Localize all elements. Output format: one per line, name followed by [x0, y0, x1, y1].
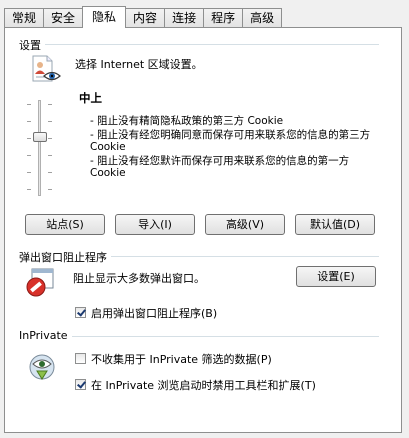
sites-button[interactable]: 站点(S) [25, 214, 105, 235]
slider-tick [48, 189, 52, 190]
slider-tick [48, 155, 52, 156]
tab-general[interactable]: 常规 [4, 8, 45, 27]
slider-tick [27, 138, 31, 139]
tab-programs[interactable]: 程序 [203, 8, 244, 27]
advanced-button[interactable]: 高级(V) [205, 214, 285, 235]
tab-content[interactable]: 内容 [125, 8, 166, 27]
privacy-level-slider[interactable] [25, 98, 55, 198]
default-button[interactable]: 默认值(D) [295, 214, 375, 235]
slider-tick [48, 138, 52, 139]
slider-tick [27, 172, 31, 173]
popup-description: 阻止显示大多数弹出窗口。 [73, 272, 205, 285]
inprivate-icon [27, 352, 57, 382]
slider-tick [48, 121, 52, 122]
privacy-eye-icon [27, 54, 63, 84]
tab-privacy[interactable]: 隐私 [82, 6, 127, 28]
slider-track [38, 100, 41, 196]
inprivate-divider [19, 336, 379, 337]
enable-popup-blocker-label[interactable]: 启用弹出窗口阻止程序(B) [91, 305, 217, 321]
slider-tick [48, 172, 52, 173]
tab-security[interactable]: 安全 [43, 8, 84, 27]
description-line: - 阻止没有精简隐私政策的第三方 Cookie [90, 115, 284, 127]
popup-blocked-icon [25, 268, 55, 298]
inprivate-collect-checkbox[interactable] [75, 353, 86, 364]
popup-settings-button[interactable]: 设置(E) [296, 266, 376, 287]
slider-tick [27, 121, 31, 122]
slider-thumb[interactable] [33, 132, 47, 142]
slider-tick [48, 104, 52, 105]
description-line: - 阻止没有经您默许而保存可用来联系您的信息的第一方 Cookie [90, 154, 350, 180]
description-line: - 阻止没有经您明确同意而保存可用来联系您的信息的第三方 Cookie [90, 128, 371, 154]
privacy-level-label: 中上 [79, 91, 102, 105]
privacy-level-description: - 阻止没有精简隐私政策的第三方 Cookie - 阻止没有经您明确同意而保存可… [90, 115, 380, 181]
settings-divider [19, 44, 379, 45]
tab-advanced[interactable]: 高级 [242, 8, 283, 27]
tab-strip: 常规 安全 隐私 内容 连接 程序 高级 [4, 6, 283, 28]
slider-tick [27, 189, 31, 190]
inprivate-collect-label[interactable]: 不收集用于 InPrivate 筛选的数据(P) [91, 351, 272, 367]
inprivate-disable-toolbars-label[interactable]: 在 InPrivate 浏览启动时禁用工具栏和扩展(T) [91, 377, 316, 393]
settings-group-title: 设置 [19, 37, 45, 53]
inprivate-disable-toolbars-checkbox[interactable] [75, 379, 86, 390]
import-button[interactable]: 导入(I) [115, 214, 195, 235]
enable-popup-blocker-checkbox[interactable] [75, 307, 86, 318]
settings-instruction: 选择 Internet 区域设置。 [75, 58, 203, 71]
inprivate-group-title: InPrivate [19, 329, 72, 342]
slider-tick [27, 104, 31, 105]
popup-group-title: 弹出窗口阻止程序 [19, 249, 111, 265]
slider-tick [27, 155, 31, 156]
tab-connections[interactable]: 连接 [164, 8, 205, 27]
privacy-pane: 设置 选择 Internet 区域设置。 中上 - 阻止没有精简隐私政策的第三方… [4, 27, 402, 433]
